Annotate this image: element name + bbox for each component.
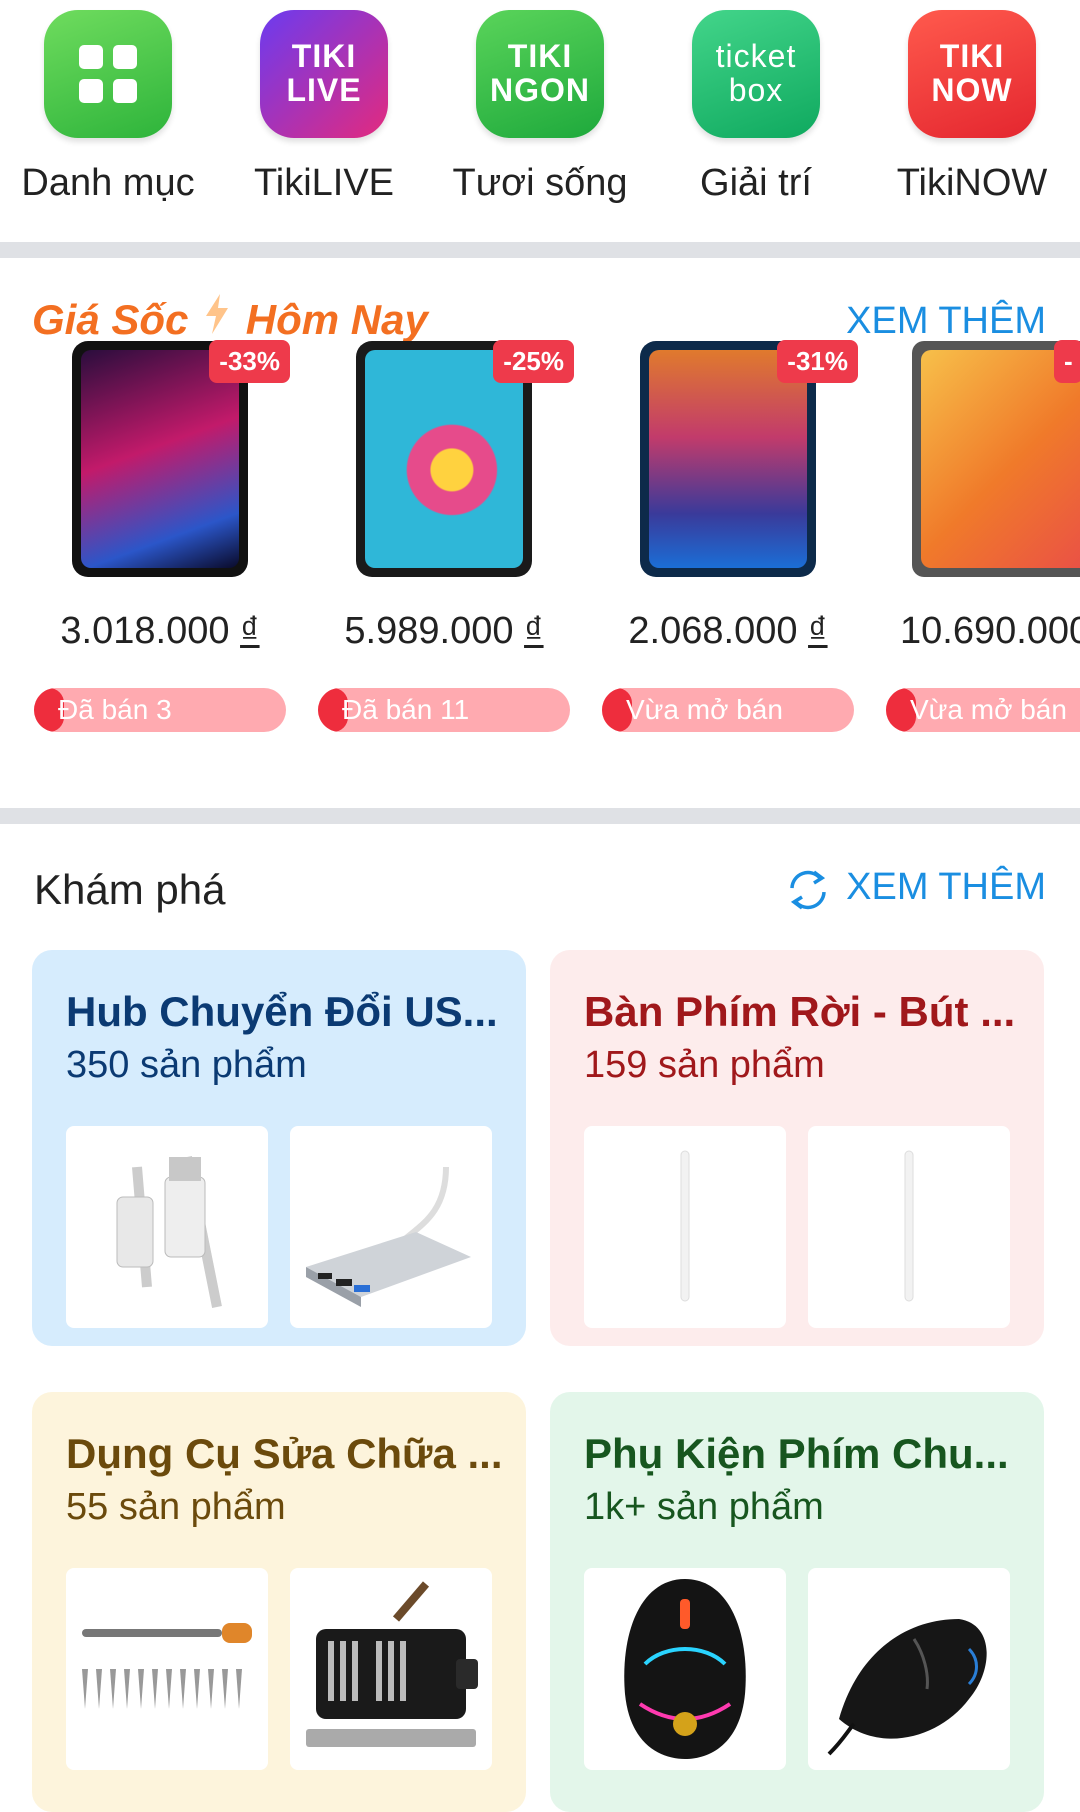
- currency-symbol: ₫: [808, 610, 828, 652]
- explore-card[interactable]: Hub Chuyển Đổi US... 350 sản phẩm: [32, 950, 526, 1346]
- discount-badge: -: [1054, 340, 1080, 383]
- lightning-icon: [204, 294, 230, 344]
- usb-cable-thumbnail: [66, 1126, 268, 1328]
- explore-section: Khám phá XEM THÊM Hub Chuyển Đổi US... 3…: [0, 826, 1080, 1812]
- sold-label: Vừa mở bán: [910, 694, 1067, 725]
- product-price: 3.018.000 ₫: [30, 610, 290, 653]
- explore-card-count: 159 sản phẩm: [584, 1044, 825, 1086]
- discount-badge: -33%: [209, 340, 290, 383]
- product-card[interactable]: - 10.690.000 ₫ Vừa mở bán: [882, 340, 1080, 750]
- tool-kit-thumbnail: [290, 1568, 492, 1770]
- category-label: TikiLIVE: [253, 162, 395, 204]
- sold-label: Vừa mở bán: [626, 694, 783, 725]
- category-tikilive[interactable]: TIKI LIVE TikiLIVE: [216, 10, 432, 205]
- explore-card-count: 1k+ sản phẩm: [584, 1486, 824, 1528]
- stylus-pen-thumbnail: [808, 1126, 1010, 1328]
- flash-sale-title: Giá Sốc Hôm Nay: [32, 294, 428, 344]
- price-value: 2.068.000: [628, 610, 798, 652]
- sold-progress-bar: Vừa mở bán: [602, 688, 854, 732]
- black-mouse-thumbnail: [808, 1568, 1010, 1770]
- tikinow-logo-text: TIKI NOW: [931, 38, 1013, 108]
- explore-card[interactable]: Bàn Phím Rời - Bút ... 159 sản phẩm: [550, 950, 1044, 1346]
- tikilive-logo-text: TIKI LIVE: [286, 38, 362, 108]
- category-label: TikiNOW: [896, 162, 1048, 204]
- category-danh-muc[interactable]: Danh mục: [0, 10, 216, 205]
- usb-c-hub-thumbnail: [290, 1126, 492, 1328]
- tablet-screen: [921, 350, 1080, 568]
- product-price: 10.690.000 ₫: [900, 610, 1080, 653]
- tiki-ngon-logo-icon: TIKI NGON: [476, 10, 604, 138]
- price-value: 10.690.000: [900, 610, 1080, 652]
- screwdriver-set-thumbnail: [66, 1568, 268, 1770]
- tiki-ngon-logo-text: TIKI NGON: [490, 38, 590, 108]
- category-tuoi-song[interactable]: TIKI NGON Tươi sống: [432, 10, 648, 205]
- flash-sale-title-part1: Giá Sốc: [32, 296, 189, 343]
- stylus-pen-thumbnail: [584, 1126, 786, 1328]
- explore-card-count: 55 sản phẩm: [66, 1486, 286, 1528]
- tikinow-logo-icon: TIKI NOW: [908, 10, 1036, 138]
- flash-sale-see-more-link[interactable]: XEM THÊM: [846, 300, 1046, 343]
- explore-title: Khám phá: [34, 866, 226, 913]
- category-giai-tri[interactable]: ticket box Giải trí: [648, 10, 864, 205]
- flash-sale-title-part2: Hôm Nay: [245, 296, 428, 343]
- category-label: Giải trí: [700, 162, 812, 204]
- ticketbox-logo-icon: ticket box: [692, 10, 820, 138]
- price-value: 5.989.000: [344, 610, 514, 652]
- product-card[interactable]: -25% 5.989.000 ₫ Đã bán 11: [314, 340, 574, 750]
- category-label: Danh mục: [21, 162, 195, 204]
- explore-card-title: Phụ Kiện Phím Chu...: [584, 1430, 1009, 1477]
- product-card[interactable]: -33% 3.018.000 ₫ Đã bán 3: [30, 340, 290, 750]
- category-row: Danh mục TIKI LIVE TikiLIVE TIKI NGON Tư…: [0, 0, 1080, 242]
- refresh-icon[interactable]: [784, 866, 832, 914]
- explore-card-count: 350 sản phẩm: [66, 1044, 307, 1086]
- gaming-mouse-thumbnail: [584, 1568, 786, 1770]
- sold-progress-bar: Đã bán 11: [318, 688, 570, 732]
- currency-symbol: ₫: [240, 610, 260, 652]
- category-tikinow[interactable]: TIKI NOW TikiNOW: [864, 10, 1080, 205]
- flash-sale-section: Giá Sốc Hôm Nay XEM THÊM -33% 3.018.000 …: [0, 260, 1080, 808]
- section-divider: [0, 242, 1080, 258]
- explore-card-title: Dụng Cụ Sửa Chữa ...: [66, 1430, 503, 1477]
- explore-card-title: Bàn Phím Rời - Bút ...: [584, 988, 1016, 1035]
- currency-symbol: ₫: [524, 610, 544, 652]
- tikilive-logo-icon: TIKI LIVE: [260, 10, 388, 138]
- sold-progress-bar: Vừa mở bán: [886, 688, 1080, 732]
- explore-card[interactable]: Dụng Cụ Sửa Chữa ... 55 sản phẩm: [32, 1392, 526, 1812]
- sold-progress-bar: Đã bán 3: [34, 688, 286, 732]
- ticketbox-logo-text: ticket box: [715, 38, 797, 108]
- sold-label: Đã bán 11: [342, 694, 470, 725]
- grid-icon: [44, 10, 172, 138]
- sold-label: Đã bán 3: [58, 694, 172, 725]
- discount-badge: -31%: [777, 340, 858, 383]
- explore-see-more-link[interactable]: XEM THÊM: [846, 866, 1046, 909]
- explore-card-title: Hub Chuyển Đổi US...: [66, 988, 498, 1035]
- product-price: 2.068.000 ₫: [598, 610, 858, 653]
- discount-badge: -25%: [493, 340, 574, 383]
- explore-card[interactable]: Phụ Kiện Phím Chu... 1k+ sản phẩm: [550, 1392, 1044, 1812]
- category-label: Tươi sống: [452, 162, 628, 204]
- product-price: 5.989.000 ₫: [314, 610, 574, 653]
- section-divider: [0, 808, 1080, 824]
- price-value: 3.018.000: [60, 610, 230, 652]
- product-card[interactable]: -31% 2.068.000 ₫ Vừa mở bán: [598, 340, 858, 750]
